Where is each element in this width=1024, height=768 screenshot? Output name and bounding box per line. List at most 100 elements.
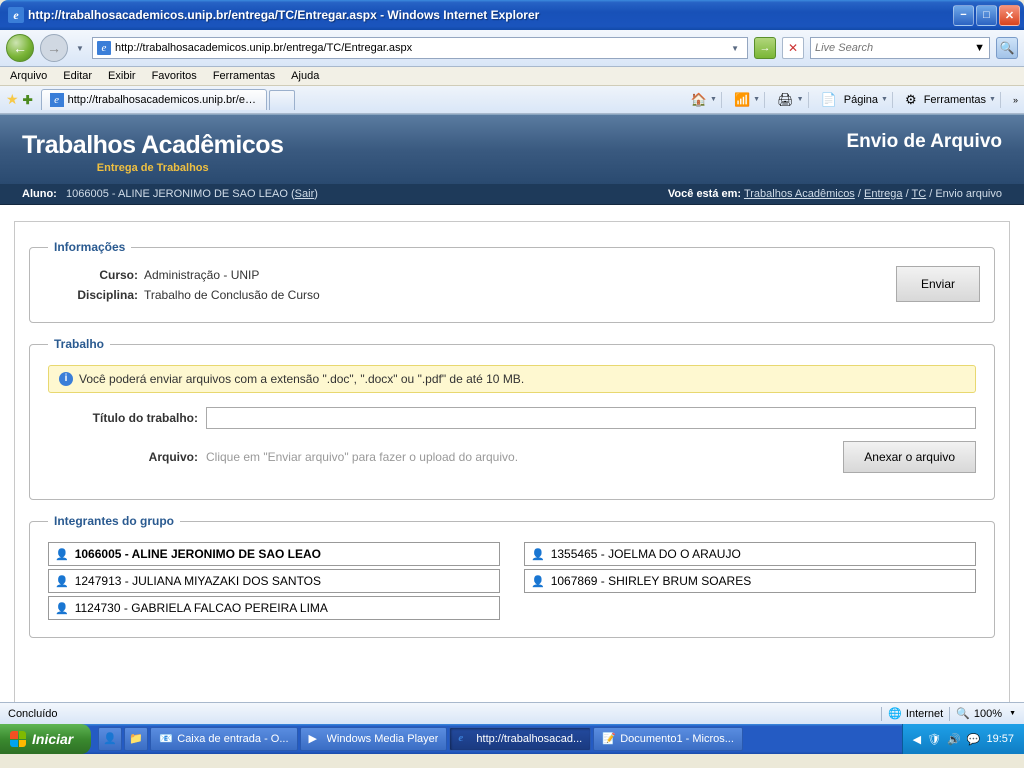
bc-link-0[interactable]: Trabalhos Acadêmicos: [744, 188, 855, 200]
forward-button[interactable]: →: [40, 34, 68, 62]
titulo-input[interactable]: [206, 407, 976, 429]
address-dropdown[interactable]: ▼: [727, 44, 743, 53]
arquivo-label: Arquivo:: [48, 450, 198, 464]
user-icon: 👤: [55, 602, 69, 615]
page-icon: e: [97, 41, 111, 55]
sair-link[interactable]: Sair: [295, 188, 315, 200]
tab-label: http://trabalhosacademicos.unip.br/entre…: [68, 94, 258, 106]
more-tools[interactable]: »: [1013, 95, 1018, 105]
word-icon: 📝: [602, 732, 616, 746]
security-zone[interactable]: 🌐Internet: [888, 707, 943, 720]
stop-button[interactable]: ✕: [782, 37, 804, 59]
fieldset-trabalho: Trabalho i Você poderá enviar arquivos c…: [29, 337, 995, 500]
print-button[interactable]: 🖨▼: [777, 92, 803, 108]
member-row: 👤1066005 - ALINE JERONIMO DE SAO LEAO: [48, 542, 500, 566]
user-icon: 👤: [531, 575, 545, 588]
menu-ajuda[interactable]: Ajuda: [291, 70, 319, 82]
msn-icon: 👤: [103, 732, 117, 746]
disciplina-label: Disciplina:: [48, 288, 138, 302]
tray-icon[interactable]: 💬: [967, 733, 981, 746]
zoom-control[interactable]: 🔍100%▼: [956, 707, 1016, 720]
home-button[interactable]: 🏠▼: [691, 92, 717, 108]
feeds-button[interactable]: 📶▼: [734, 92, 760, 108]
back-button[interactable]: ←: [6, 34, 34, 62]
legend-trabalho: Trabalho: [48, 337, 110, 351]
page-header: Trabalhos Acadêmicos Entrega de Trabalho…: [0, 114, 1024, 184]
new-tab-button[interactable]: [269, 90, 295, 110]
start-button[interactable]: Iniciar: [0, 724, 91, 754]
quicklaunch[interactable]: 👤: [98, 727, 122, 751]
bc-label: Você está em:: [668, 188, 741, 200]
tab-favicon: e: [50, 93, 64, 107]
maximize-button[interactable]: □: [976, 5, 997, 26]
minimize-button[interactable]: −: [953, 5, 974, 26]
curso-value: Administração - UNIP: [144, 268, 259, 282]
task-word[interactable]: 📝Documento1 - Micros...: [593, 727, 743, 751]
page-menu[interactable]: 📄 Página▼: [821, 92, 888, 108]
close-button[interactable]: ✕: [999, 5, 1020, 26]
form-panel: Informações Enviar Curso: Administração …: [14, 221, 1010, 702]
zoom-icon: 🔍: [956, 707, 970, 720]
search-box[interactable]: ▼: [810, 37, 990, 59]
titulo-label: Título do trabalho:: [48, 411, 198, 425]
ie-task-icon: e: [458, 732, 472, 746]
go-button[interactable]: →: [754, 37, 776, 59]
favorites-icon[interactable]: ★: [6, 91, 19, 108]
address-bar[interactable]: e ▼: [92, 37, 748, 59]
member-row: 👤1355465 - JOELMA DO O ARAUJO: [524, 542, 976, 566]
ie-nav-toolbar: ← → ▼ e ▼ → ✕ ▼ 🔍: [0, 30, 1024, 67]
task-ie[interactable]: ehttp://trabalhosacad...: [449, 727, 591, 751]
add-favorite-icon[interactable]: ✚: [23, 93, 33, 107]
page-section-title: Envio de Arquivo: [846, 131, 1002, 153]
anexar-button[interactable]: Anexar o arquivo: [843, 441, 976, 473]
clock[interactable]: 19:57: [986, 733, 1014, 745]
status-text: Concluído: [8, 708, 58, 720]
info-icon: i: [59, 372, 73, 386]
page-title: Trabalhos Acadêmicos: [22, 131, 283, 160]
window-titlebar: e http://trabalhosacademicos.unip.br/ent…: [0, 0, 1024, 30]
user-icon: 👤: [55, 575, 69, 588]
aluno-label: Aluno:: [22, 188, 57, 200]
aluno-value: 1066005 - ALINE JERONIMO DE SAO LEAO: [66, 188, 288, 200]
tray-icon[interactable]: ◀: [913, 733, 921, 746]
enviar-button[interactable]: Enviar: [896, 266, 980, 302]
system-tray[interactable]: ◀ 🛡 🔊 💬 19:57: [902, 724, 1024, 754]
browser-tab[interactable]: e http://trabalhosacademicos.unip.br/ent…: [41, 89, 267, 110]
menu-exibir[interactable]: Exibir: [108, 70, 136, 82]
breadcrumb: Aluno: 1066005 - ALINE JERONIMO DE SAO L…: [0, 184, 1024, 205]
search-dropdown[interactable]: ▼: [974, 42, 985, 54]
bc-link-2[interactable]: TC: [912, 188, 927, 200]
browser-viewport[interactable]: Trabalhos Acadêmicos Entrega de Trabalho…: [0, 114, 1024, 702]
menu-ferramentas[interactable]: Ferramentas: [213, 70, 275, 82]
menubar: Arquivo Editar Exibir Favoritos Ferramen…: [0, 67, 1024, 86]
url-input[interactable]: [115, 42, 727, 54]
user-icon: 👤: [531, 548, 545, 561]
window-title: http://trabalhosacademicos.unip.br/entre…: [28, 8, 953, 22]
legend-grupo: Integrantes do grupo: [48, 514, 180, 528]
notice-box: i Você poderá enviar arquivos com a exte…: [48, 365, 976, 393]
menu-arquivo[interactable]: Arquivo: [10, 70, 47, 82]
task-outlook[interactable]: 📧Caixa de entrada - O...: [150, 727, 297, 751]
member-row: 👤1124730 - GABRIELA FALCAO PEREIRA LIMA: [48, 596, 500, 620]
tab-command-bar: ★ ✚ e http://trabalhosacademicos.unip.br…: [0, 86, 1024, 114]
disciplina-value: Trabalho de Conclusão de Curso: [144, 288, 320, 302]
windows-logo-icon: [10, 731, 26, 747]
search-input[interactable]: [815, 42, 974, 54]
tray-icon[interactable]: 🛡: [927, 733, 941, 746]
ie-statusbar: Concluído 🌐Internet 🔍100%▼: [0, 702, 1024, 724]
member-row: 👤1067869 - SHIRLEY BRUM SOARES: [524, 569, 976, 593]
task-wmp[interactable]: ▶Windows Media Player: [300, 727, 448, 751]
wmp-icon: ▶: [309, 732, 323, 746]
tray-icon[interactable]: 🔊: [947, 733, 961, 746]
quicklaunch[interactable]: 📁: [124, 727, 148, 751]
menu-favoritos[interactable]: Favoritos: [152, 70, 197, 82]
nav-history-dropdown[interactable]: ▼: [74, 39, 86, 57]
tools-menu[interactable]: ⚙ Ferramentas▼: [905, 92, 996, 108]
page-subtitle: Entrega de Trabalhos: [22, 162, 283, 174]
user-icon: 👤: [55, 548, 69, 561]
fieldset-informacoes: Informações Enviar Curso: Administração …: [29, 240, 995, 323]
bc-link-1[interactable]: Entrega: [864, 188, 903, 200]
menu-editar[interactable]: Editar: [63, 70, 92, 82]
search-button[interactable]: 🔍: [996, 37, 1018, 59]
curso-label: Curso:: [48, 268, 138, 282]
